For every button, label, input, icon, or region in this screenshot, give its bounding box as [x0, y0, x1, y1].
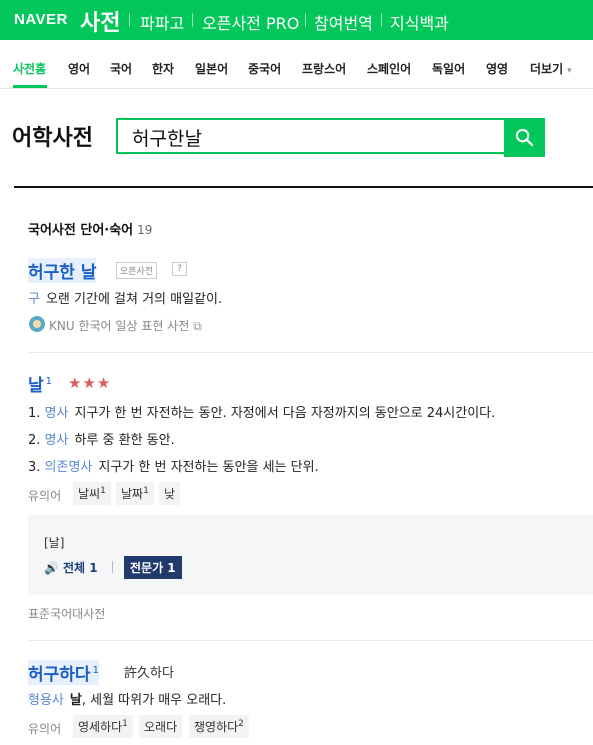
- synonym-chip[interactable]: 오래다: [139, 715, 183, 738]
- synonym-chip[interactable]: 쟁영하다2: [189, 715, 249, 738]
- sense-row: 2. 명사 하루 중 환한 동안.: [28, 429, 175, 448]
- hanja-form: 許久하다: [124, 666, 174, 681]
- part-of-speech[interactable]: 의존명사: [45, 460, 93, 475]
- search-icon: [515, 128, 534, 147]
- synonym-sup: 1: [122, 719, 128, 729]
- service-title[interactable]: 사전: [80, 5, 120, 37]
- synonym-sup: 1: [100, 486, 106, 496]
- synonym-chip[interactable]: 영세하다1: [73, 715, 133, 738]
- sense-row: 1. 명사 지구가 한 번 자전하는 동안. 자정에서 다음 자정까지의 동안으로…: [28, 402, 495, 421]
- pronunciation-text: [날]: [44, 536, 65, 550]
- nav-divider: [381, 13, 382, 27]
- pronunciation-all-button[interactable]: 🔊 전체 1: [44, 559, 98, 576]
- nav-divider: [129, 13, 130, 27]
- tab-korean[interactable]: 국어: [110, 60, 132, 77]
- definition-keyword[interactable]: 날: [70, 693, 82, 708]
- entry-divider: [28, 352, 593, 353]
- tab-more[interactable]: 더보기 ▾: [530, 60, 572, 77]
- tab-japanese[interactable]: 일본어: [195, 60, 228, 77]
- synonym-word: 오래다: [144, 720, 178, 734]
- synonym-word: 영세하다: [78, 720, 123, 734]
- copy-icon: ⧉: [193, 319, 202, 333]
- synonym-chip[interactable]: 날씨1: [73, 482, 111, 505]
- part-of-speech[interactable]: 형용사: [28, 693, 64, 708]
- pronunciation-divider: [112, 561, 113, 573]
- part-of-speech[interactable]: 명사: [45, 406, 69, 421]
- nav-encyclopedia[interactable]: 지식백과: [390, 10, 449, 34]
- entry-headword[interactable]: 허구하다 1: [28, 660, 99, 685]
- sense-text: 지구가 한 번 자전하는 동안을 세는 단위.: [98, 460, 319, 475]
- synonym-word: 낮: [164, 487, 176, 501]
- tab-french[interactable]: 프랑스어: [302, 60, 346, 77]
- tab-chinese[interactable]: 중국어: [248, 60, 281, 77]
- section-title-text: 국어사전 단어·숙어: [28, 223, 134, 238]
- pronunciation-expert-button[interactable]: 전문가 1: [124, 556, 182, 579]
- active-tab-indicator: [13, 85, 47, 88]
- definition-text: 오랜 기간에 걸쳐 거의 매일같이.: [45, 292, 223, 307]
- nav-papago[interactable]: 파파고: [140, 10, 184, 34]
- pronunciation-all-label: 전체 1: [62, 561, 98, 575]
- open-dict-badge: 오픈사전: [116, 262, 158, 279]
- homonym-number: 1: [45, 376, 53, 388]
- synonym-label: 유의어: [28, 722, 62, 736]
- search-box: [116, 118, 504, 154]
- definition-text: , 세월 따위가 매우 오래다.: [81, 693, 227, 708]
- sense-row: 3. 의존명사 지구가 한 번 자전하는 동안을 세는 단위.: [28, 456, 319, 475]
- top-bar: NAVER 사전 파파고 오픈사전 PRO 참여번역 지식백과: [0, 0, 593, 40]
- sense-number: 2.: [28, 433, 41, 448]
- entry-source[interactable]: 표준국어대사전: [28, 605, 105, 622]
- importance-stars: ★★★: [68, 374, 112, 392]
- headword-text: 날: [28, 376, 44, 396]
- homonym-number: 1: [92, 665, 99, 677]
- entry-headword[interactable]: 날1: [28, 371, 52, 396]
- tab-hanja[interactable]: 한자: [152, 60, 174, 77]
- synonym-sup: 1: [143, 486, 149, 496]
- sense-text: 지구가 한 번 자전하는 동안. 자정에서 다음 자정까지의 동안으로 24시간…: [74, 406, 496, 421]
- page-title: 어학사전: [12, 126, 93, 151]
- synonym-label: 유의어: [28, 489, 62, 503]
- section-divider: [14, 186, 593, 188]
- nav-translation[interactable]: 참여번역: [314, 10, 373, 34]
- entry-definition: 구 오랜 기간에 걸쳐 거의 매일같이.: [28, 288, 222, 307]
- synonym-chip[interactable]: 날짜1: [116, 482, 154, 505]
- sense-text: 하루 중 환한 동안.: [74, 433, 175, 448]
- nav-divider: [305, 13, 306, 27]
- synonym-word: 날짜: [121, 487, 144, 501]
- synonym-word: 날씨: [78, 487, 101, 501]
- synonym-word: 쟁영하다: [194, 720, 239, 734]
- pronunciation-box: [28, 515, 593, 595]
- entry-headword[interactable]: 허구한 날: [28, 258, 97, 283]
- synonym-chip[interactable]: 낮: [159, 482, 181, 505]
- knu-source-icon: [29, 316, 45, 332]
- entry-source[interactable]: KNU 한국어 일상 표현 사전 ⧉: [49, 317, 202, 334]
- headword-text: 허구하다: [28, 665, 91, 685]
- part-of-speech[interactable]: 명사: [45, 433, 69, 448]
- section-title: 국어사전 단어·숙어 19: [28, 219, 152, 238]
- source-text: KNU 한국어 일상 표현 사전: [49, 319, 190, 333]
- synonym-sup: 2: [238, 719, 244, 729]
- search-button[interactable]: [504, 118, 545, 157]
- entry-divider: [28, 640, 593, 641]
- tab-english-english[interactable]: 영영: [486, 60, 508, 77]
- sense-number: 1.: [28, 406, 41, 421]
- entry-definition: 형용사 날, 세월 따위가 매우 오래다.: [28, 689, 226, 708]
- tab-spanish[interactable]: 스페인어: [367, 60, 411, 77]
- tab-more-label: 더보기: [530, 62, 564, 76]
- dictionary-tabs: 사전홈 영어 국어 한자 일본어 중국어 프랑스어 스페인어 독일어 영영 더보…: [0, 40, 593, 89]
- nav-open-dict-pro[interactable]: 오픈사전 PRO: [202, 10, 299, 34]
- chevron-down-icon: ▾: [567, 66, 572, 76]
- tab-german[interactable]: 독일어: [432, 60, 465, 77]
- help-badge[interactable]: ?: [172, 262, 187, 276]
- search-input[interactable]: [132, 124, 492, 150]
- tab-home[interactable]: 사전홈: [13, 60, 46, 77]
- sense-number: 3.: [28, 460, 41, 475]
- result-count: 19: [137, 223, 153, 237]
- tab-english[interactable]: 영어: [68, 60, 90, 77]
- nav-divider: [192, 13, 193, 27]
- part-of-speech[interactable]: 구: [28, 292, 40, 307]
- naver-logo[interactable]: NAVER: [14, 11, 68, 28]
- speaker-icon: 🔊: [44, 561, 59, 575]
